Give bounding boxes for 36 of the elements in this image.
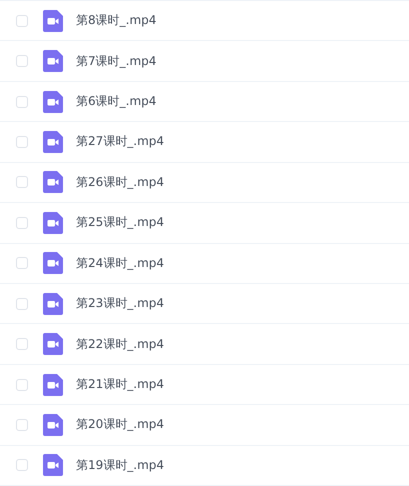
file-name: 第24课时_.mp4	[76, 254, 164, 272]
file-name: 第25课时_.mp4	[76, 214, 164, 232]
video-file-icon	[43, 50, 63, 72]
file-name: 第26课时_.mp4	[76, 174, 164, 191]
video-file-icon	[43, 374, 63, 396]
checkbox[interactable]	[16, 176, 28, 188]
video-file-icon	[43, 90, 63, 113]
file-name: 第23课时_.mp4	[76, 295, 164, 312]
video-file-icon	[43, 414, 63, 436]
checkbox[interactable]	[16, 338, 28, 350]
file-name: 第19课时_.mp4	[76, 456, 164, 474]
video-file-icon	[43, 212, 63, 234]
checkbox[interactable]	[16, 136, 28, 148]
file-name: 第22课时_.mp4	[76, 336, 164, 353]
video-file-icon	[43, 333, 63, 356]
video-file-icon	[43, 292, 63, 315]
file-name: 第8课时_.mp4	[76, 12, 156, 30]
video-file-icon	[43, 130, 63, 153]
video-file-icon	[43, 10, 63, 32]
checkbox[interactable]	[16, 459, 28, 472]
checkbox[interactable]	[16, 96, 28, 108]
video-file-icon	[43, 454, 63, 476]
checkbox[interactable]	[16, 216, 28, 229]
checkbox[interactable]	[16, 378, 28, 390]
checkbox[interactable]	[16, 418, 28, 431]
checkbox[interactable]	[16, 55, 28, 68]
checkbox[interactable]	[16, 298, 28, 310]
checkbox[interactable]	[16, 14, 28, 27]
file-name: 第7课时_.mp4	[76, 52, 156, 70]
video-file-icon	[43, 171, 63, 194]
file-name: 第20课时_.mp4	[76, 416, 164, 434]
file-name: 第6课时_.mp4	[76, 93, 156, 110]
checkbox[interactable]	[16, 257, 28, 270]
video-file-icon	[43, 252, 63, 274]
file-name: 第21课时_.mp4	[76, 376, 164, 393]
file-name: 第27课时_.mp4	[76, 133, 164, 150]
